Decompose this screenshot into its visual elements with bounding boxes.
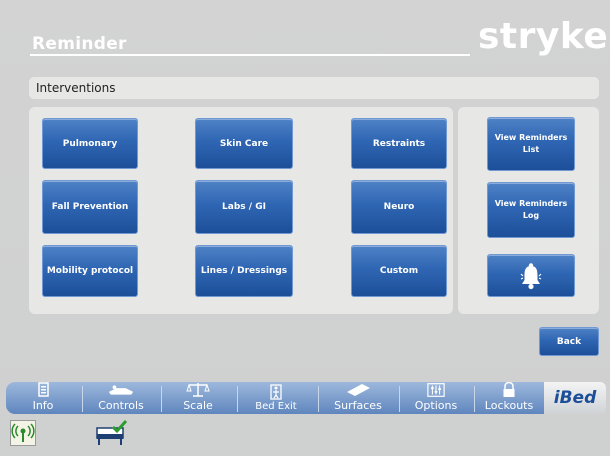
tab-info[interactable]: Info [16, 382, 70, 414]
reminder-alert-button[interactable] [487, 254, 575, 297]
tab-label: Bed Exit [255, 401, 297, 412]
skin-care-button[interactable]: Skin Care [195, 118, 293, 169]
tab-divider [474, 386, 475, 412]
info-icon [38, 382, 49, 397]
tab-label: Surfaces [334, 399, 382, 412]
tab-controls[interactable]: Controls [86, 382, 156, 414]
header-divider [30, 54, 470, 56]
tab-options[interactable]: Options [402, 382, 470, 414]
view-reminders-list-button[interactable]: View Reminders List [487, 117, 575, 171]
custom-button[interactable]: Custom [351, 245, 447, 297]
wireless-icon [10, 420, 36, 446]
lines-dressings-button[interactable]: Lines / Dressings [195, 245, 293, 297]
surfaces-icon [347, 384, 370, 396]
tab-divider [82, 386, 83, 412]
options-icon [427, 383, 445, 397]
scale-icon [186, 383, 210, 397]
neuro-button[interactable]: Neuro [351, 180, 447, 234]
fall-prevention-button[interactable]: Fall Prevention [42, 180, 138, 234]
tab-label: Info [32, 399, 54, 412]
tab-lockouts[interactable]: Lockouts [476, 382, 542, 414]
bed-status-check-icon [96, 420, 128, 445]
restraints-button[interactable]: Restraints [351, 118, 447, 169]
mobility-protocol-button[interactable]: Mobility protocol [42, 245, 138, 297]
bell-icon [520, 262, 542, 289]
ibed-button[interactable]: iBed [544, 382, 606, 414]
pulmonary-button[interactable]: Pulmonary [42, 118, 138, 169]
section-title: Interventions [36, 81, 116, 95]
tab-divider [237, 386, 238, 412]
tab-divider [399, 386, 400, 412]
tab-label: Scale [183, 399, 213, 412]
back-button[interactable]: Back [539, 327, 599, 356]
tab-divider [318, 386, 319, 412]
lock-icon [503, 382, 515, 397]
bed-exit-icon [270, 384, 282, 400]
page-title: Reminder [32, 34, 127, 54]
tab-label: Controls [98, 399, 144, 412]
tab-label: Options [414, 399, 458, 412]
tab-label: Lockouts [484, 399, 534, 412]
stryker-logo: stryker [478, 16, 610, 57]
view-reminders-log-button[interactable]: View Reminders Log [487, 182, 575, 238]
tab-scale[interactable]: Scale [163, 382, 233, 414]
tab-surfaces[interactable]: Surfaces [322, 382, 394, 414]
labs-gi-button[interactable]: Labs / GI [195, 180, 293, 234]
tab-divider [161, 386, 162, 412]
tab-bed-exit[interactable]: Bed Exit [240, 382, 312, 414]
reminder-screen: Reminder stryker Interventions Pulmonary… [0, 0, 610, 456]
controls-icon [108, 385, 134, 395]
